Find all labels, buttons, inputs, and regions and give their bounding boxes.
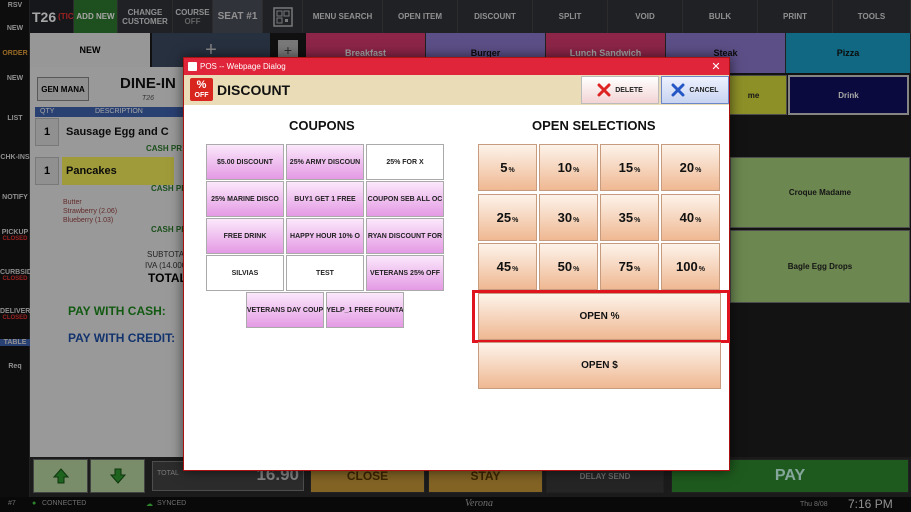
percent-value: 25 bbox=[496, 210, 512, 225]
percent-unit: % bbox=[573, 166, 580, 174]
coupon-button[interactable]: 25% ARMY DISCOUN bbox=[286, 144, 364, 180]
pos-screen: RSV NEW ORDER NEW LIST CHK-INS NOTIFY PI… bbox=[0, 0, 911, 512]
coupon-button[interactable]: 25% FOR X bbox=[366, 144, 444, 180]
percent-unit: % bbox=[573, 216, 580, 224]
percent-value: 100 bbox=[676, 259, 698, 274]
coupon-button[interactable]: BUY1 GET 1 FREE bbox=[286, 181, 364, 217]
percent-value: 30 bbox=[557, 210, 573, 225]
percent-button[interactable]: 40% bbox=[661, 194, 720, 241]
discount-icon-top: % bbox=[196, 79, 207, 91]
coupon-label: RYAN DISCOUNT FOR bbox=[367, 232, 443, 240]
percent-unit: % bbox=[512, 265, 519, 273]
discount-icon: % OFF bbox=[190, 78, 213, 101]
coupons-title: COUPONS bbox=[289, 118, 355, 133]
percent-value: 5 bbox=[500, 160, 508, 175]
coupon-button[interactable]: VETERANS 25% OFF bbox=[366, 255, 444, 291]
x-blue-icon bbox=[671, 83, 685, 97]
open-dollar-label: OPEN $ bbox=[581, 360, 618, 371]
coupon-label: COUPON SEB ALL OC bbox=[367, 195, 443, 203]
open-selections-title: OPEN SELECTIONS bbox=[532, 118, 656, 133]
coupon-button[interactable]: TEST bbox=[286, 255, 364, 291]
percent-button[interactable]: 100% bbox=[661, 243, 720, 290]
coupon-label: BUY1 GET 1 FREE bbox=[294, 195, 356, 203]
percent-unit: % bbox=[508, 166, 515, 174]
percent-button[interactable]: 10% bbox=[539, 144, 598, 191]
percent-value: 50 bbox=[557, 259, 573, 274]
open-percent-highlight bbox=[472, 290, 730, 343]
percent-button[interactable]: 45% bbox=[478, 243, 537, 290]
cancel-button[interactable]: CANCEL bbox=[661, 76, 729, 104]
coupon-label: 25% MARINE DISCO bbox=[211, 195, 279, 203]
coupon-label: $5.00 DISCOUNT bbox=[216, 158, 274, 166]
window-icon bbox=[188, 62, 197, 71]
percent-unit: % bbox=[695, 216, 702, 224]
percent-unit: % bbox=[698, 265, 705, 273]
coupon-button[interactable]: FREE DRINK bbox=[206, 218, 284, 254]
percent-value: 75 bbox=[618, 259, 634, 274]
percent-unit: % bbox=[634, 265, 641, 273]
coupon-label: 25% FOR X bbox=[386, 158, 424, 166]
coupon-label: FREE DRINK bbox=[223, 232, 267, 240]
percent-button[interactable]: 50% bbox=[539, 243, 598, 290]
coupon-label: SILVIAS bbox=[231, 269, 259, 277]
open-dollar-button[interactable]: OPEN $ bbox=[478, 342, 721, 389]
percent-value: 45 bbox=[496, 259, 512, 274]
percent-value: 20 bbox=[679, 160, 695, 175]
percent-button[interactable]: 75% bbox=[600, 243, 659, 290]
percent-value: 10 bbox=[557, 160, 573, 175]
delete-label: DELETE bbox=[615, 86, 643, 94]
percent-button[interactable]: 30% bbox=[539, 194, 598, 241]
percent-value: 15 bbox=[618, 160, 634, 175]
percent-unit: % bbox=[634, 216, 641, 224]
dialog-window-title: POS -- Webpage Dialog bbox=[200, 62, 286, 71]
cancel-label: CANCEL bbox=[689, 86, 719, 94]
percent-unit: % bbox=[695, 166, 702, 174]
discount-icon-bottom: OFF bbox=[194, 92, 209, 99]
coupon-button[interactable]: RYAN DISCOUNT FOR bbox=[366, 218, 444, 254]
percent-unit: % bbox=[512, 216, 519, 224]
coupon-button[interactable]: SILVIAS bbox=[206, 255, 284, 291]
coupon-label: YELP_1 FREE FOUNTA bbox=[326, 306, 404, 314]
percent-button[interactable]: 35% bbox=[600, 194, 659, 241]
percent-button[interactable]: 15% bbox=[600, 144, 659, 191]
discount-dialog: POS -- Webpage Dialog ✕ % OFF DISCOUNT DE… bbox=[183, 57, 730, 471]
coupon-button[interactable]: COUPON SEB ALL OC bbox=[366, 181, 444, 217]
percent-value: 40 bbox=[679, 210, 695, 225]
coupon-label: 25% ARMY DISCOUN bbox=[289, 158, 361, 166]
percent-unit: % bbox=[573, 265, 580, 273]
dialog-title: DISCOUNT bbox=[217, 82, 291, 98]
coupon-label: TEST bbox=[316, 269, 334, 277]
coupon-button[interactable]: HAPPY HOUR 10% O bbox=[286, 218, 364, 254]
delete-button[interactable]: DELETE bbox=[581, 76, 659, 104]
coupon-label: HAPPY HOUR 10% O bbox=[290, 232, 360, 240]
percent-unit: % bbox=[634, 166, 641, 174]
dialog-title-bar: POS -- Webpage Dialog ✕ bbox=[184, 58, 729, 75]
percent-button[interactable]: 5% bbox=[478, 144, 537, 191]
coupon-button[interactable]: 25% MARINE DISCO bbox=[206, 181, 284, 217]
coupon-button[interactable]: VETERANS DAY COUP bbox=[246, 292, 324, 328]
coupon-button[interactable]: $5.00 DISCOUNT bbox=[206, 144, 284, 180]
close-icon[interactable]: ✕ bbox=[709, 59, 723, 73]
percent-button[interactable]: 20% bbox=[661, 144, 720, 191]
percent-button[interactable]: 25% bbox=[478, 194, 537, 241]
coupon-label: VETERANS 25% OFF bbox=[369, 269, 440, 277]
percent-value: 35 bbox=[618, 210, 634, 225]
coupon-button[interactable]: YELP_1 FREE FOUNTA bbox=[326, 292, 404, 328]
dialog-header: % OFF DISCOUNT DELETE CANCEL bbox=[184, 75, 729, 105]
x-red-icon bbox=[597, 83, 611, 97]
coupon-label: VETERANS DAY COUP bbox=[246, 306, 324, 314]
